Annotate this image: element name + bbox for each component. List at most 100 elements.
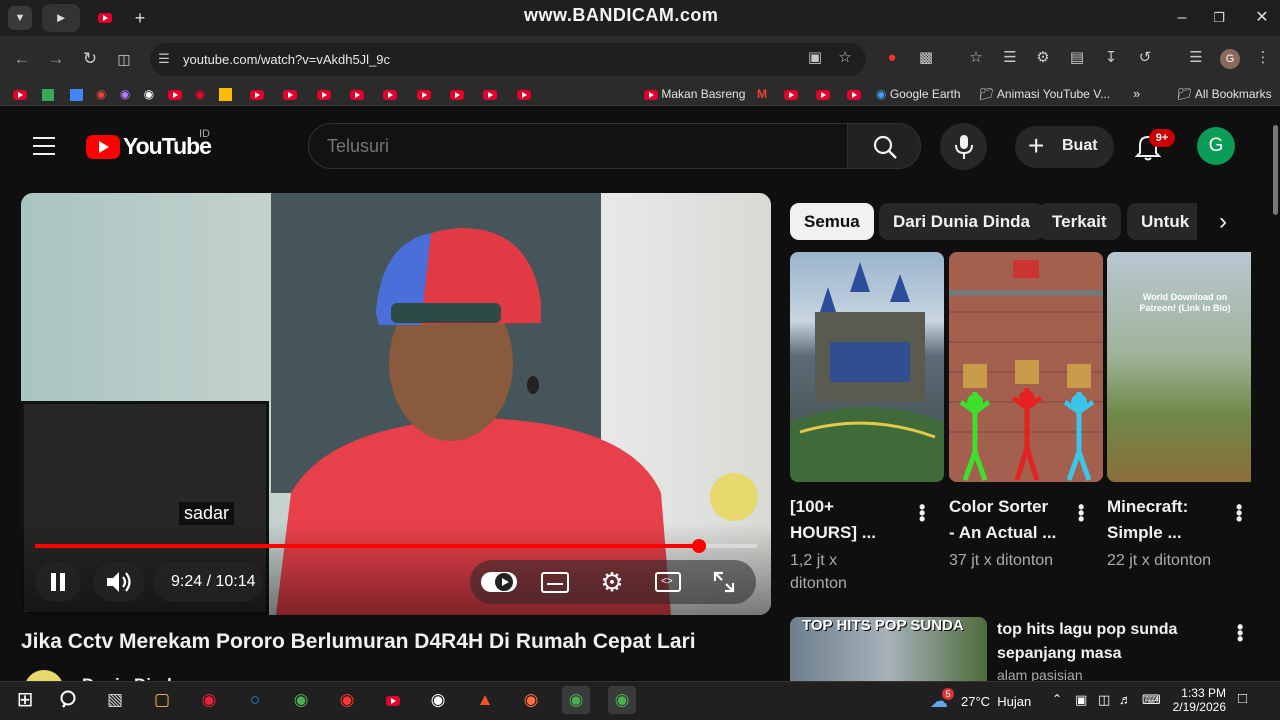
tray-chevron-icon[interactable]: ⌃ xyxy=(1052,692,1062,706)
reload-button[interactable]: ↻ xyxy=(78,47,102,71)
recommendation-thumbnail-minecraft[interactable]: World Download on Patreon! (Link in Bio) xyxy=(1107,252,1251,482)
time-text: 9:24 / 10:14 xyxy=(171,573,256,590)
progress-scrubber[interactable] xyxy=(691,539,706,553)
recommendation-title[interactable]: Color Sorter - An Actual ... xyxy=(949,494,1074,546)
search-box xyxy=(308,123,848,169)
hamburger-menu-icon[interactable] xyxy=(33,137,55,155)
music-app-icon[interactable]: ◉ xyxy=(333,686,361,714)
chip-terkait[interactable]: Terkait xyxy=(1038,203,1121,240)
more-options-icon[interactable]: • • • xyxy=(1236,498,1242,528)
app-red-icon[interactable]: ◉ xyxy=(195,686,223,714)
bookmark-star-icon[interactable]: ☆ xyxy=(835,48,855,68)
clock-date: 2/19/2026 xyxy=(1172,700,1226,714)
new-tab-button[interactable]: + xyxy=(128,6,152,30)
favorites-icon[interactable]: ☆ xyxy=(966,48,986,68)
more-options-icon[interactable]: • • • xyxy=(1237,618,1243,648)
weather-text[interactable]: 27°C Hujan xyxy=(961,694,1031,709)
all-bookmarks-folder[interactable]: 📁︎ All Bookmarks xyxy=(1177,85,1272,103)
bookmarks-overflow-chevron-icon[interactable]: » xyxy=(1133,85,1140,103)
keyboard-icon[interactable]: ⌨ xyxy=(1142,692,1161,708)
bookmark-google-earth[interactable]: ◉ Google Earth xyxy=(876,85,961,103)
chips-next-chevron-icon[interactable]: › xyxy=(1208,206,1238,238)
pause-button[interactable] xyxy=(35,562,81,602)
media-control-icon[interactable]: ☰ xyxy=(1186,48,1206,68)
recommendation-thumbnail-color-sorter[interactable] xyxy=(949,252,1103,482)
maps-bookmark-icon: ◉ xyxy=(96,87,107,101)
account-avatar[interactable]: G xyxy=(1197,127,1235,165)
theater-icon: <> xyxy=(661,576,673,587)
more-options-icon[interactable]: • • • xyxy=(919,498,925,528)
chip-untuk[interactable]: Untuk xyxy=(1127,203,1197,240)
video-title: Jika Cctv Merekam Pororo Berlumuran D4R4… xyxy=(21,630,696,653)
speaker-icon[interactable]: ♬ xyxy=(1119,692,1132,707)
restore-button[interactable]: ❐ xyxy=(1207,6,1231,30)
create-button[interactable]: + Buat xyxy=(1015,126,1114,168)
bandicam-record-icon[interactable]: ◉ xyxy=(424,686,452,714)
url-text[interactable]: youtube.com/watch?v=vAkdh5Jl_9c xyxy=(183,52,390,67)
start-windows-icon[interactable]: ⊞ xyxy=(11,686,39,714)
sidebar-toggle-icon[interactable]: ◫ xyxy=(112,47,136,71)
search-icon[interactable] xyxy=(56,686,84,714)
autoplay-toggle[interactable] xyxy=(481,572,517,592)
maps-app-icon[interactable]: ◉ xyxy=(287,686,315,714)
tab-audio[interactable]: ► xyxy=(42,4,80,32)
page-scrollbar[interactable] xyxy=(1273,125,1278,215)
forward-button[interactable]: → xyxy=(44,47,68,71)
recommendation-thumbnail-castle[interactable] xyxy=(790,252,944,482)
search-input[interactable] xyxy=(327,134,827,158)
list-thumbnail-pop-sunda[interactable]: TOP HITS POP SUNDA xyxy=(790,617,987,681)
volume-button[interactable] xyxy=(93,562,145,602)
extension-icon-2[interactable]: ⚙ xyxy=(1033,48,1053,68)
back-button[interactable]: ← xyxy=(10,47,34,71)
video-player[interactable]: sadar 9:24 / 10:14 ⚙ <> xyxy=(21,193,771,615)
chip-semua[interactable]: Semua xyxy=(790,203,874,240)
chrome-profile-icon[interactable]: ◉ xyxy=(608,686,636,714)
chrome-icon[interactable]: ◉ xyxy=(562,686,590,714)
create-label: Buat xyxy=(1062,137,1098,154)
site-info-icon[interactable]: ☰ xyxy=(156,51,172,67)
recommendation-title[interactable]: [100+ HOURS] ... xyxy=(790,494,915,546)
minimize-button[interactable]: – xyxy=(1170,6,1194,30)
notification-center-icon[interactable]: □ xyxy=(1238,690,1247,707)
extensions-icon[interactable]: ▩ xyxy=(916,48,936,68)
youtube-app-icon[interactable] xyxy=(379,686,407,714)
bookmark-icons-row[interactable]: ◉ ◉ ◉ ◉ xyxy=(13,85,531,103)
recommendation-title[interactable]: Minecraft: Simple ... xyxy=(1107,494,1232,546)
bookmark-icons-row-2[interactable]: M xyxy=(757,85,862,103)
profile-avatar[interactable]: G xyxy=(1220,49,1240,69)
subtitles-button[interactable] xyxy=(541,572,569,593)
file-explorer-icon[interactable]: ▢ xyxy=(148,686,176,714)
progress-bar[interactable] xyxy=(35,539,757,553)
more-options-icon[interactable]: • • • xyxy=(1078,498,1084,528)
task-view-icon[interactable]: ▧ xyxy=(101,686,129,714)
extension-red-icon[interactable]: ● xyxy=(882,48,902,68)
settings-button[interactable]: ⚙ xyxy=(598,568,626,596)
history-icon[interactable]: ↺ xyxy=(1135,48,1155,68)
voice-search-button[interactable] xyxy=(940,123,987,170)
youtube-bookmark-icon xyxy=(784,89,799,100)
tab-youtube[interactable] xyxy=(86,4,124,32)
bookmark-makan-basreng[interactable]: Makan Basreng xyxy=(644,85,745,103)
video-caption: sadar xyxy=(179,502,235,525)
chip-dari-dunia-dinda[interactable]: Dari Dunia Dinda xyxy=(879,203,1044,240)
fullscreen-button[interactable] xyxy=(711,569,737,595)
search-button[interactable] xyxy=(847,123,921,169)
list-item-title[interactable]: top hits lagu pop sunda sepanjang masa xyxy=(997,618,1177,666)
bookmark-animasi-folder[interactable]: 📁︎ Animasi YouTube V... xyxy=(979,85,1110,103)
app-blue-c-icon[interactable]: ○ xyxy=(241,686,269,714)
install-app-icon[interactable]: ▣ xyxy=(805,48,825,68)
tray-meet-icon[interactable]: ▣ xyxy=(1075,692,1087,708)
tab-search-button[interactable]: ▼ xyxy=(8,6,32,30)
download-icon[interactable]: ↧ xyxy=(1101,48,1121,68)
search-icon xyxy=(873,135,897,159)
channel-watermark-avatar[interactable] xyxy=(710,473,758,521)
brave-browser-icon[interactable]: ▲ xyxy=(471,686,499,714)
translate-icon[interactable]: ☰ xyxy=(1000,48,1020,68)
clock[interactable]: 1:33 PM 2/19/2026 xyxy=(1172,686,1226,714)
close-window-button[interactable]: ✕ xyxy=(1250,6,1274,30)
firefox-icon[interactable]: ◉ xyxy=(517,686,545,714)
theater-mode-button[interactable]: <> xyxy=(655,572,681,592)
reading-list-icon[interactable]: ▤ xyxy=(1067,48,1087,68)
browser-menu-icon[interactable]: ⋮ xyxy=(1253,48,1273,68)
network-icon[interactable]: ◫ xyxy=(1098,692,1110,708)
